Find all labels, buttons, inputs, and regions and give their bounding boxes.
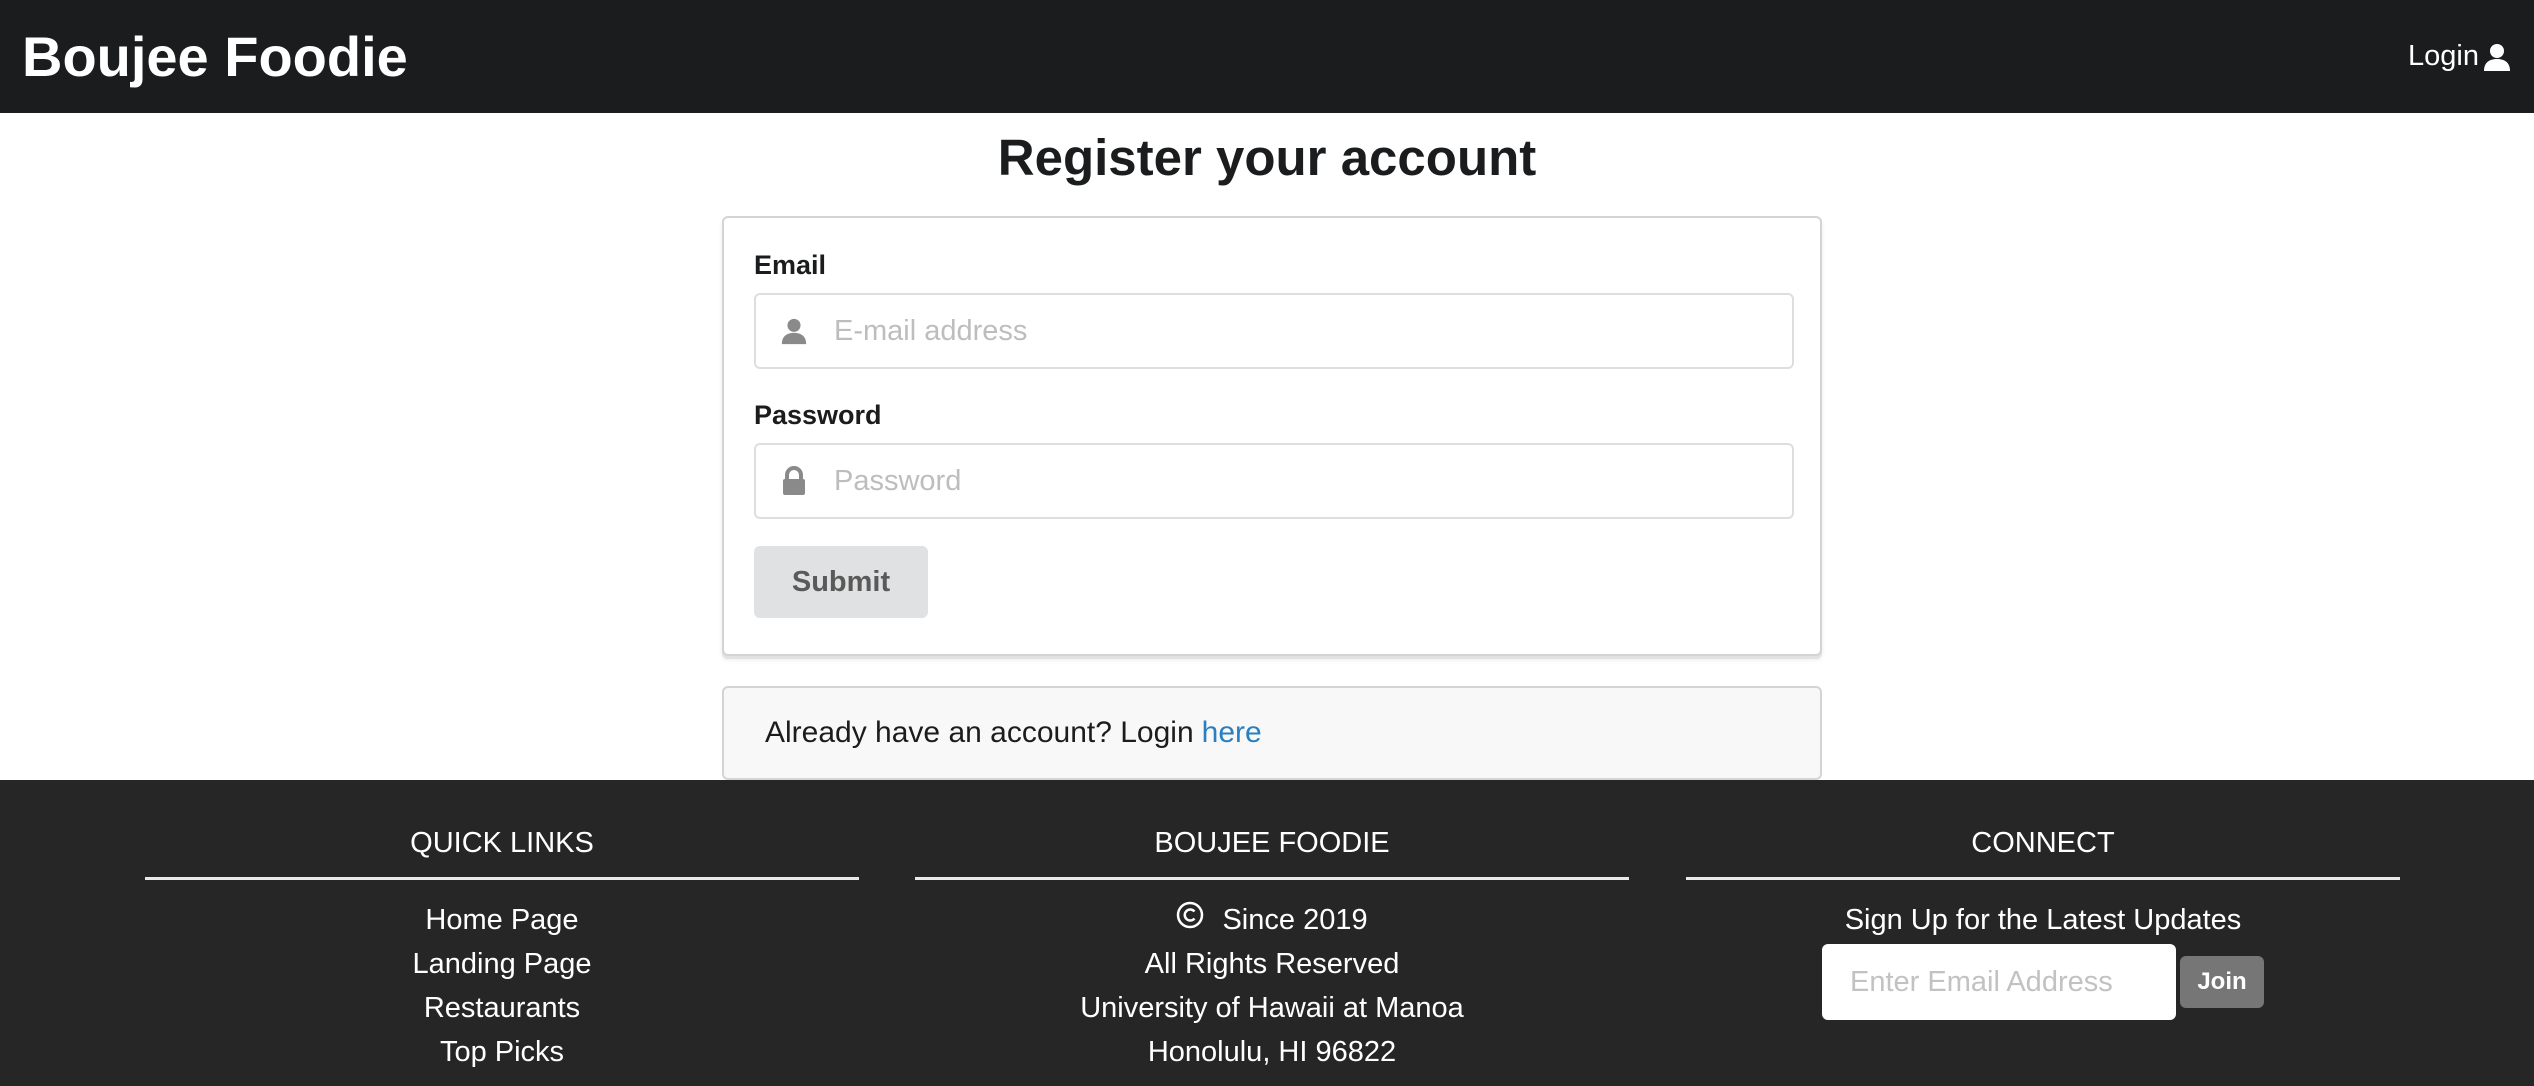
signup-tagline: Sign Up for the Latest Updates (1844, 904, 2242, 936)
copyright-text: Since 2019 (1222, 904, 1368, 936)
user-icon (2484, 43, 2510, 71)
password-input[interactable] (832, 451, 1772, 511)
email-label: Email (754, 250, 827, 280)
footer-link-top-picks[interactable]: Top Picks (145, 1030, 859, 1074)
copyright-line: Since 2019 (915, 898, 1629, 942)
newsletter-email-input[interactable] (1822, 944, 2176, 1020)
top-navbar: Boujee Foodie Login (0, 0, 2534, 113)
connect-heading: CONNECT (1971, 827, 2115, 859)
footer-link-home-page[interactable]: Home Page (145, 898, 859, 942)
site-footer: QUICK LINKS Home Page Landing Page Resta… (0, 780, 2534, 1086)
login-prompt-message: Already have an account? Login here (722, 686, 1822, 780)
about-heading: BOUJEE FOODIE (1154, 827, 1390, 859)
footer-about: BOUJEE FOODIE Since 2019 All Rights Rese… (915, 780, 1629, 1074)
quick-links-divider (145, 877, 859, 880)
join-button[interactable]: Join (2180, 956, 2264, 1008)
login-label: Login (2408, 40, 2479, 72)
submit-button[interactable]: Submit (754, 546, 928, 618)
email-input[interactable] (832, 301, 1772, 361)
connect-divider (1686, 877, 2400, 880)
login-menu-link[interactable]: Login (2408, 40, 2512, 73)
rights-text: All Rights Reserved (1144, 948, 1400, 980)
page-title: Register your account (997, 129, 1537, 186)
password-field-wrapper (754, 443, 1794, 519)
copyright-icon (1177, 901, 1204, 929)
password-label: Password (754, 400, 882, 430)
footer-quick-links: QUICK LINKS Home Page Landing Page Resta… (145, 780, 859, 1074)
about-divider (915, 877, 1629, 880)
brand-logo-text[interactable]: Boujee Foodie (22, 24, 408, 89)
footer-link-restaurants[interactable]: Restaurants (145, 986, 859, 1030)
email-field-wrapper (754, 293, 1794, 369)
login-prompt-text: Already have an account? Login (765, 716, 1194, 749)
user-icon (756, 317, 832, 345)
university-text: University of Hawaii at Manoa (1080, 992, 1464, 1024)
login-here-link[interactable]: here (1202, 716, 1262, 750)
address-text: Honolulu, HI 96822 (1147, 1036, 1397, 1068)
register-form: Email Password Submit (722, 216, 1822, 656)
quick-links-heading: QUICK LINKS (410, 827, 594, 859)
newsletter-signup: Join (1686, 944, 2400, 1020)
footer-connect: CONNECT Sign Up for the Latest Updates J… (1686, 780, 2400, 1020)
footer-link-landing-page[interactable]: Landing Page (145, 942, 859, 986)
lock-icon (756, 466, 832, 496)
